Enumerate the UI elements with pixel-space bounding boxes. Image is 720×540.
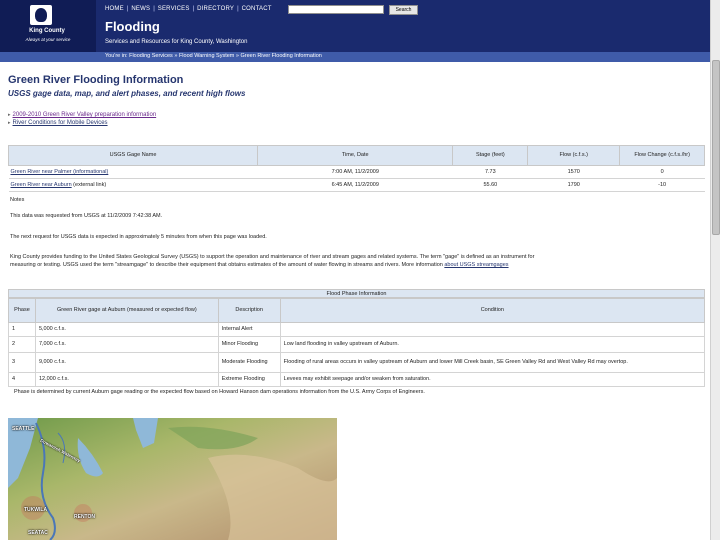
table-row: Green River near Auburn (external link) … xyxy=(8,178,705,192)
phase-description: Extreme Flooding xyxy=(217,372,281,387)
col-flow-change: Flow Change (c.f.s./hr) xyxy=(619,145,705,166)
col-gage-name: USGS Gage Name xyxy=(7,145,259,166)
site-title: Flooding xyxy=(105,19,160,34)
external-link-note: (external link) xyxy=(71,182,107,188)
map-label-seatac: SEATAC xyxy=(28,530,48,536)
king-county-emblem-icon xyxy=(30,5,52,25)
gage-name: Green River near Palmer (informational) xyxy=(8,165,258,179)
notes-requested: This data was requested from USGS at 11/… xyxy=(10,213,163,219)
table-row: Green River near Palmer (informational) … xyxy=(8,165,705,179)
phase-condition: Levees may exhibit seepage and/or weaken… xyxy=(279,372,706,387)
map-label-seattle: SEATTLE xyxy=(12,426,35,432)
gage-link-palmer[interactable]: Green River near Palmer (informational) xyxy=(11,169,109,175)
nav-news[interactable]: NEWS xyxy=(131,6,150,12)
col-condition: Condition xyxy=(279,298,706,323)
col-description: Description xyxy=(217,298,281,323)
breadcrumb-item-flooding-services[interactable]: Flooding Services xyxy=(129,53,173,59)
phase-description: Minor Flooding xyxy=(217,336,281,353)
phase-condition xyxy=(279,322,706,337)
notes-label: Notes xyxy=(10,197,25,203)
phase-number: 2 xyxy=(8,336,36,353)
terrain-map-image xyxy=(8,418,337,540)
search-button[interactable]: Search xyxy=(389,5,418,15)
table-row: 2 7,000 c.f.s. Minor Flooding Low land f… xyxy=(8,336,706,353)
vertical-scrollbar[interactable] xyxy=(710,0,720,540)
nav-contact[interactable]: CONTACT xyxy=(242,6,272,12)
map-label-renton: RENTON xyxy=(74,514,96,520)
flood-phase-footnote: Phase is determined by current Auburn ga… xyxy=(14,389,425,395)
col-auburn-flow: Green River gage at Auburn (measured or … xyxy=(34,298,219,323)
col-stage: Stage (feet) xyxy=(452,145,529,166)
breadcrumb: You're in: Flooding Services » Flood War… xyxy=(0,52,710,62)
phase-condition: Flooding of rural areas occurs in valley… xyxy=(279,352,706,373)
bullet-icon: ▸ xyxy=(8,120,11,126)
notes-funding-1: King County provides funding to the Unit… xyxy=(10,254,535,260)
phase-flow: 5,000 c.f.s. xyxy=(34,322,219,337)
logo-tagline: Always at your service xyxy=(25,37,71,42)
link-usgs-streamgages[interactable]: about USGS streamgages xyxy=(444,262,508,268)
gage-link-auburn[interactable]: Green River near Auburn xyxy=(11,182,72,188)
phase-number: 3 xyxy=(8,352,36,373)
gage-flow-change: 0 xyxy=(619,165,705,179)
gage-table: USGS Gage Name Time, Date Stage (feet) F… xyxy=(7,145,705,192)
flood-phase-table: Phase Green River gage at Auburn (measur… xyxy=(8,298,706,387)
browser-page: King County Always at your service HOME |… xyxy=(0,0,710,540)
nav-home[interactable]: HOME xyxy=(105,6,124,12)
link-preparation-info[interactable]: 2009-2010 Green River Valley preparation… xyxy=(13,112,157,118)
green-river-map[interactable]: SEATTLE Duwamish Waterway TUKWILA RENTON… xyxy=(8,418,337,540)
gage-stage: 7.73 xyxy=(452,165,528,179)
notes-funding-2: measuring or testing. USGS used the term… xyxy=(10,262,509,268)
gage-flow: 1570 xyxy=(527,165,620,179)
nav-services[interactable]: SERVICES xyxy=(158,6,190,12)
breadcrumb-separator: » xyxy=(235,53,239,59)
logo-name: King County xyxy=(29,28,65,34)
nav-directory[interactable]: DIRECTORY xyxy=(197,6,234,12)
page-title: Green River Flooding Information xyxy=(8,74,184,86)
col-phase: Phase xyxy=(8,298,36,323)
gage-time: 6:45 AM, 11/2/2009 xyxy=(257,178,453,192)
notes-next-request: The next request for USGS data is expect… xyxy=(10,234,267,240)
gage-name: Green River near Auburn (external link) xyxy=(8,178,258,192)
breadcrumb-item-flood-warning-system[interactable]: Flood Warning System xyxy=(179,53,234,59)
phase-description: Moderate Flooding xyxy=(217,352,281,373)
gage-flow-change: -10 xyxy=(619,178,705,192)
king-county-logo[interactable]: King County Always at your service xyxy=(0,0,96,52)
top-nav: HOME | NEWS | SERVICES | DIRECTORY | CONTACT xyxy=(105,6,272,12)
site-header: King County Always at your service HOME |… xyxy=(0,0,710,52)
search-input[interactable] xyxy=(288,5,384,14)
gage-stage: 55.60 xyxy=(452,178,528,192)
bullet-icon: ▸ xyxy=(8,112,11,118)
phase-number: 4 xyxy=(8,372,36,387)
phase-flow: 12,000 c.f.s. xyxy=(34,372,219,387)
phase-number: 1 xyxy=(8,322,36,337)
breadcrumb-separator: » xyxy=(174,53,178,59)
phase-condition: Low land flooding in valley upstream of … xyxy=(279,336,706,353)
link-mobile-conditions[interactable]: River Conditions for Mobile Devices xyxy=(13,120,108,126)
site-subtitle: Services and Resources for King County, … xyxy=(105,39,248,45)
gage-time: 7:00 AM, 11/2/2009 xyxy=(257,165,453,179)
col-time-date: Time, Date xyxy=(257,145,454,166)
phase-description: Internal Alert xyxy=(217,322,281,337)
phase-flow: 9,000 c.f.s. xyxy=(34,352,219,373)
table-row: 3 9,000 c.f.s. Moderate Flooding Floodin… xyxy=(8,352,706,373)
col-flow: Flow (c.f.s.) xyxy=(527,145,621,166)
map-label-tukwila: TUKWILA xyxy=(24,507,48,513)
table-row: 4 12,000 c.f.s. Extreme Flooding Levees … xyxy=(8,372,706,387)
gage-flow: 1790 xyxy=(527,178,620,192)
breadcrumb-prefix: You're in: xyxy=(105,53,128,59)
page-links: ▸ 2009-2010 Green River Valley preparatio… xyxy=(8,111,156,127)
scrollbar-thumb[interactable] xyxy=(712,60,720,235)
phase-flow: 7,000 c.f.s. xyxy=(34,336,219,353)
breadcrumb-item-current: Green River Flooding Information xyxy=(240,53,322,59)
page-subtitle: USGS gage data, map, and alert phases, a… xyxy=(8,89,246,98)
table-row: 1 5,000 c.f.s. Internal Alert xyxy=(8,322,706,337)
flood-phase-title: Flood Phase Information xyxy=(8,289,705,298)
